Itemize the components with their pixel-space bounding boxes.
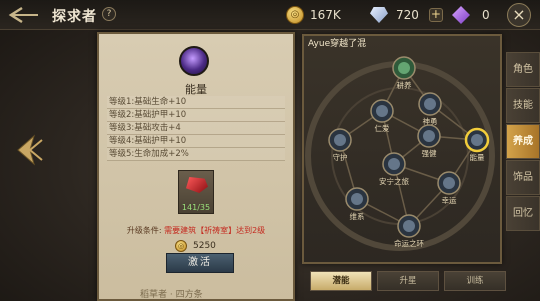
talent-node-core xyxy=(388,158,400,170)
close-button[interactable]: × xyxy=(507,3,531,27)
red-gem-icon xyxy=(186,177,208,193)
back-icon[interactable] xyxy=(6,5,42,25)
activate-button[interactable]: 激活 xyxy=(166,253,234,273)
upgrade-condition: 升级条件: 需要建筑【祈祷室】达到2级 xyxy=(99,225,293,236)
talent-node[interactable]: 维系 xyxy=(345,187,369,221)
level-row: 等级5:生命加成+2% xyxy=(107,148,285,161)
add-crystal-button[interactable]: + xyxy=(428,8,443,22)
coin-icon: ◎ xyxy=(175,240,187,252)
skill-name: 能量 xyxy=(185,83,207,96)
talent-node-label: 幸运 xyxy=(442,196,457,205)
tab-potential[interactable]: 潜能 xyxy=(310,271,372,291)
coin-icon: ◎ xyxy=(286,6,304,24)
material-count: 141/35 xyxy=(181,203,211,212)
talent-node[interactable]: 仁爱 xyxy=(370,99,394,133)
help-button[interactable]: ? xyxy=(102,7,116,21)
level-row: 等级4:基础护甲+10 xyxy=(107,135,285,148)
talent-node-label: 命运之环 xyxy=(394,238,424,248)
talent-node[interactable]: 强健 xyxy=(417,124,441,158)
material-slot[interactable]: 141/35 xyxy=(178,170,214,214)
talent-node-label: 仁爱 xyxy=(375,123,390,133)
talent-node-core xyxy=(471,134,483,146)
coin-counter: ◎ 167K xyxy=(286,4,341,26)
talent-node[interactable]: 安宁之旅 xyxy=(379,152,409,186)
upgrade-label: 升级条件: xyxy=(126,226,162,235)
talent-node[interactable]: 幸运 xyxy=(437,171,461,205)
rune-counter: 0 xyxy=(452,4,490,26)
bottom-tabs: 潜能 升星 训练 xyxy=(310,271,511,291)
talent-node[interactable]: 耕养 xyxy=(392,56,416,90)
previous-character-icon[interactable] xyxy=(12,132,46,168)
side-tabs: 角色 技能 养成 饰品 回忆 xyxy=(506,52,540,232)
talent-node[interactable]: 守护 xyxy=(328,128,352,162)
cost-value: 5250 xyxy=(193,241,216,251)
tab-cultivate[interactable]: 养成 xyxy=(506,124,540,159)
talent-node-core xyxy=(424,98,436,110)
level-row: 等级2:基础护甲+10 xyxy=(107,109,285,122)
talent-tree-panel: 耕养 神勇仁爱守护 强健 能量安宁之旅维系 幸运命运之环 Ayue穿越了混 xyxy=(302,34,502,264)
tab-skills[interactable]: 技能 xyxy=(506,88,540,123)
talent-node-label: 维系 xyxy=(350,211,365,221)
crystal-counter: 720 + xyxy=(370,4,443,26)
page-title: 探求者 xyxy=(52,9,97,25)
crystal-icon xyxy=(370,7,388,23)
talent-node[interactable]: 能量 xyxy=(464,127,490,162)
talent-node-core xyxy=(443,177,455,189)
talent-node-core xyxy=(403,220,415,232)
talent-node-core xyxy=(398,62,410,74)
tab-training[interactable]: 训练 xyxy=(444,271,506,291)
tab-star-up[interactable]: 升星 xyxy=(377,271,439,291)
talent-node-label: 耕养 xyxy=(397,80,412,90)
level-list: 等级1:基础生命+10 等级2:基础护甲+10 等级3:基础攻击+4 等级4:基… xyxy=(107,96,285,161)
talent-node-label: 强健 xyxy=(422,148,437,158)
tab-character[interactable]: 角色 xyxy=(506,52,540,87)
talent-node-core xyxy=(334,134,346,146)
tab-accessories[interactable]: 饰品 xyxy=(506,160,540,195)
level-row: 等级1:基础生命+10 xyxy=(107,96,285,109)
talent-node[interactable]: 神勇 xyxy=(418,92,442,126)
cost-display: ◎ 5250 xyxy=(175,240,216,252)
upgrade-requirement: 需要建筑【祈祷室】达到2级 xyxy=(164,226,266,235)
rune-icon xyxy=(452,6,470,24)
crystal-value: 720 xyxy=(396,8,419,22)
talent-node-label: 能量 xyxy=(470,152,485,162)
talent-node-core xyxy=(423,130,435,142)
talent-node-core xyxy=(351,193,363,205)
talent-tree: 耕养神勇仁爱守护 强健 能量安宁之旅维系 幸运命运之环 xyxy=(305,56,495,251)
coin-value: 167K xyxy=(310,8,341,22)
tree-title: Ayue穿越了混 xyxy=(308,39,367,49)
rune-value: 0 xyxy=(482,8,490,22)
talent-node-label: 守护 xyxy=(333,152,348,162)
character-caption: 稻草者 · 四方条 xyxy=(140,290,203,300)
talent-node-core xyxy=(376,105,388,117)
energy-skill-icon xyxy=(179,46,209,76)
tab-memories[interactable]: 回忆 xyxy=(506,196,540,231)
skill-detail-panel: 能量 等级1:基础生命+10 等级2:基础护甲+10 等级3:基础攻击+4 等级… xyxy=(97,32,295,301)
level-row: 等级3:基础攻击+4 xyxy=(107,122,285,135)
talent-node-label: 安宁之旅 xyxy=(379,176,409,186)
